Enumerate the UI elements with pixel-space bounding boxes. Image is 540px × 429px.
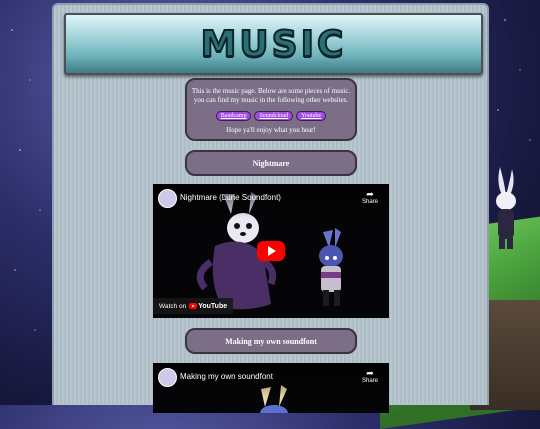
play-icon (268, 246, 276, 256)
intro-line-2: you can find my music in the following o… (193, 95, 349, 104)
share-label: Share (361, 199, 378, 205)
watch-on-label: Watch on (159, 302, 187, 310)
intro-closing: Hope ya'll enjoy what you hear! (226, 126, 316, 134)
share-icon: ➦ (366, 189, 374, 199)
page-header: MUSIC (64, 13, 483, 75)
youtube-logo: YouTube (189, 303, 227, 310)
youtube-brand: YouTube (198, 302, 228, 310)
video-title[interactable]: Making my own soundfont (180, 372, 273, 381)
bandcamp-link[interactable]: Bandcamp (215, 111, 252, 121)
track-title-card: Nightmare (185, 150, 357, 176)
play-button[interactable] (257, 241, 285, 261)
soundcloud-link[interactable]: Soundcloud (254, 111, 294, 121)
youtube-icon (189, 303, 198, 309)
background-character (486, 165, 526, 250)
page-title: MUSIC (200, 23, 347, 66)
youtube-link[interactable]: Youtube (296, 111, 327, 121)
intro-card: This is the music page. Below are some p… (185, 78, 357, 141)
video-embed[interactable]: Making my own soundfont ➦ Share (153, 363, 389, 413)
channel-avatar[interactable] (158, 368, 177, 387)
channel-avatar[interactable] (158, 189, 177, 208)
track-title-card: Making my own soundfont (185, 328, 357, 354)
content-panel: MUSIC This is the music page. Below are … (52, 3, 489, 413)
intro-line-1: This is the music page. Below are some p… (191, 87, 351, 95)
external-links: Bandcamp Soundcloud Youtube (187, 111, 355, 121)
video-embed[interactable]: Nightmare (Lune Soundfont) ➦ Share Watch… (153, 184, 389, 318)
video-title[interactable]: Nightmare (Lune Soundfont) (180, 193, 281, 202)
track-title: Nightmare (252, 158, 290, 168)
share-button[interactable]: ➦ Share (361, 189, 379, 205)
watch-on-youtube-button[interactable]: Watch on YouTube (153, 298, 234, 314)
track-title: Making my own soundfont (225, 336, 317, 346)
share-button[interactable]: ➦ Share (361, 368, 379, 384)
share-icon: ➦ (366, 368, 374, 378)
share-label: Share (361, 378, 378, 384)
